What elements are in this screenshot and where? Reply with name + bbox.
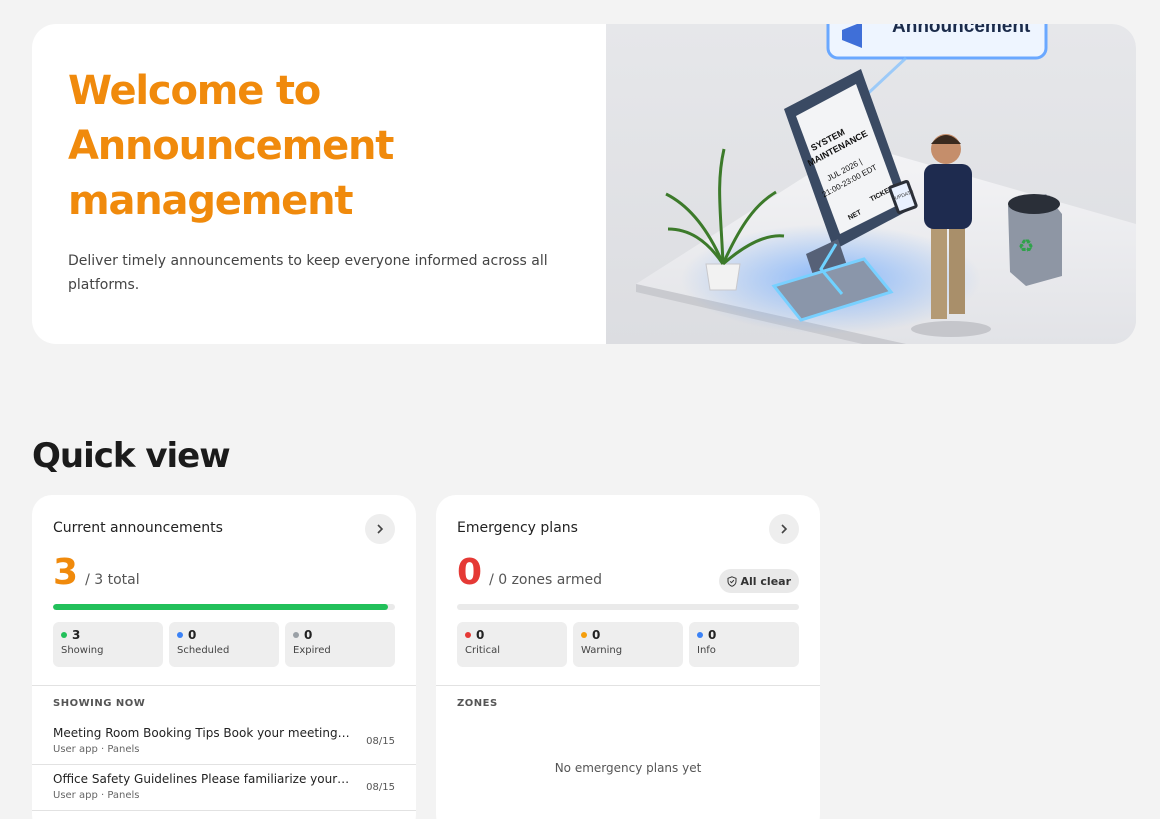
hero-title: Welcome to Announcement management [68,64,568,229]
announcement-count: 3 / 3 total [53,551,140,595]
stat-value: 0 [476,628,485,642]
banner-text: Announcement [892,24,1031,37]
current-announcements-card: Current announcements 3 / 3 total 3 Show… [32,495,416,819]
blue-dot-icon [177,632,183,638]
hero-text: Welcome to Announcement management Deliv… [68,64,568,297]
status-badge: All clear [718,569,799,593]
stat-label: Warning [581,645,623,656]
zones-label: / 0 zones armed [489,572,602,588]
card-title: Emergency plans [457,520,578,536]
item-title: Office Safety Guidelines Please familiar… [53,772,351,786]
hero-title-line-1: Welcome to [68,68,321,114]
divider [436,685,820,686]
severity-stats: 0 Critical 0 Warning 0 Info [457,622,799,667]
stat-critical: 0 Critical [457,622,567,667]
card-title: Current announcements [53,520,223,536]
kiosk-illustration-graphic: Announcement SYSTEM MAINTENANCE JUL 2026… [636,24,1136,344]
hero-illustration: Announcement SYSTEM MAINTENANCE JUL 2026… [606,24,1136,344]
count-value: 0 [457,552,483,593]
stat-showing: 3 Showing [53,622,163,667]
stat-label: Info [697,645,716,656]
progress-bar [53,604,395,610]
progress-fill [53,604,389,610]
emergency-count: 0 / 0 zones armed [457,551,602,595]
quick-view-title: Quick view [32,436,231,476]
chevron-right-icon[interactable] [365,514,395,544]
badge-label: All clear [740,574,791,588]
shield-check-icon [727,575,737,587]
welcome-hero: Welcome to Announcement management Deliv… [32,24,1136,344]
stat-value: 0 [708,628,717,642]
stat-value: 0 [188,628,197,642]
emergency-plans-card: Emergency plans 0 / 0 zones armed All cl… [436,495,820,819]
list-item[interactable]: Meeting Room Booking Tips Book your meet… [32,719,416,765]
total-label: / 3 total [85,572,140,588]
stat-label: Scheduled [177,645,230,656]
gray-dot-icon [293,632,299,638]
progress-bar [457,604,799,610]
orange-dot-icon [581,632,587,638]
empty-state: No emergency plans yet [554,761,702,775]
stat-value: 0 [592,628,601,642]
stat-label: Critical [465,645,500,656]
stat-value: 3 [72,628,81,642]
hero-title-line-3: management [68,178,354,224]
red-dot-icon [465,632,471,638]
item-title: Meeting Room Booking Tips Book your meet… [53,726,351,740]
hero-title-line-2: Announcement [68,123,394,169]
green-dot-icon [61,632,67,638]
count-value: 3 [53,552,79,593]
stat-scheduled: 0 Scheduled [169,622,279,667]
announcement-list: Meeting Room Booking Tips Book your meet… [32,719,416,811]
list-header: ZONES [457,698,498,709]
stat-label: Showing [61,645,104,656]
stat-warning: 0 Warning [573,622,683,667]
status-stats: 3 Showing 0 Scheduled 0 Expired [53,622,395,667]
blue-dot-icon [697,632,703,638]
list-header: SHOWING NOW [53,698,146,709]
item-meta: User app · Panels [53,744,140,755]
item-meta: User app · Panels [53,790,140,801]
item-date: 08/15 [366,736,395,747]
chevron-right-icon[interactable] [769,514,799,544]
item-date: 08/15 [366,782,395,793]
svg-text:♻: ♻ [1018,236,1034,257]
divider [32,685,416,686]
stat-expired: 0 Expired [285,622,395,667]
stat-info: 0 Info [689,622,799,667]
list-item[interactable]: Office Safety Guidelines Please familiar… [32,765,416,811]
stat-value: 0 [304,628,313,642]
hero-description: Deliver timely announcements to keep eve… [68,253,548,293]
stat-label: Expired [293,645,331,656]
